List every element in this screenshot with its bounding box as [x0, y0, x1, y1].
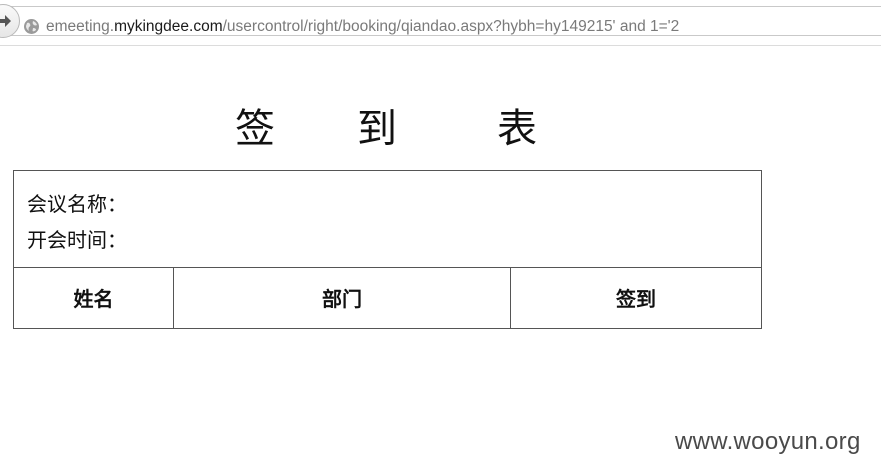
column-header-name: 姓名	[14, 267, 174, 328]
table-header-row: 姓名 部门 签到	[14, 267, 761, 328]
forward-arrow-icon	[0, 15, 11, 27]
watermark: www.wooyun.org	[675, 428, 861, 455]
title-char-3: 表	[497, 106, 537, 152]
url-prefix: emeeting.	[46, 18, 115, 35]
browser-toolbar: emeeting.mykingdee.com/usercontrol/right…	[0, 0, 881, 42]
url-path: /usercontrol/right/booking/qiandao.aspx?…	[222, 18, 680, 35]
column-header-signature: 签到	[616, 287, 656, 311]
title-char-1: 签	[235, 106, 275, 152]
url-text[interactable]: emeeting.mykingdee.com/usercontrol/right…	[46, 18, 679, 36]
globe-icon	[23, 18, 40, 35]
toolbar-divider	[0, 45, 881, 46]
column-header-department: 部门	[174, 267, 511, 328]
sign-in-table: 会议名称： 开会时间： 姓名 部门 签到	[13, 170, 762, 329]
meeting-info-row: 会议名称： 开会时间：	[14, 171, 761, 268]
title-char-2: 到	[357, 106, 397, 152]
address-bar[interactable]: emeeting.mykingdee.com/usercontrol/right…	[0, 6, 881, 36]
meeting-time-label: 开会时间：	[27, 228, 127, 252]
meeting-name-label: 会议名称：	[27, 192, 127, 216]
url-domain: mykingdee.com	[114, 18, 223, 35]
